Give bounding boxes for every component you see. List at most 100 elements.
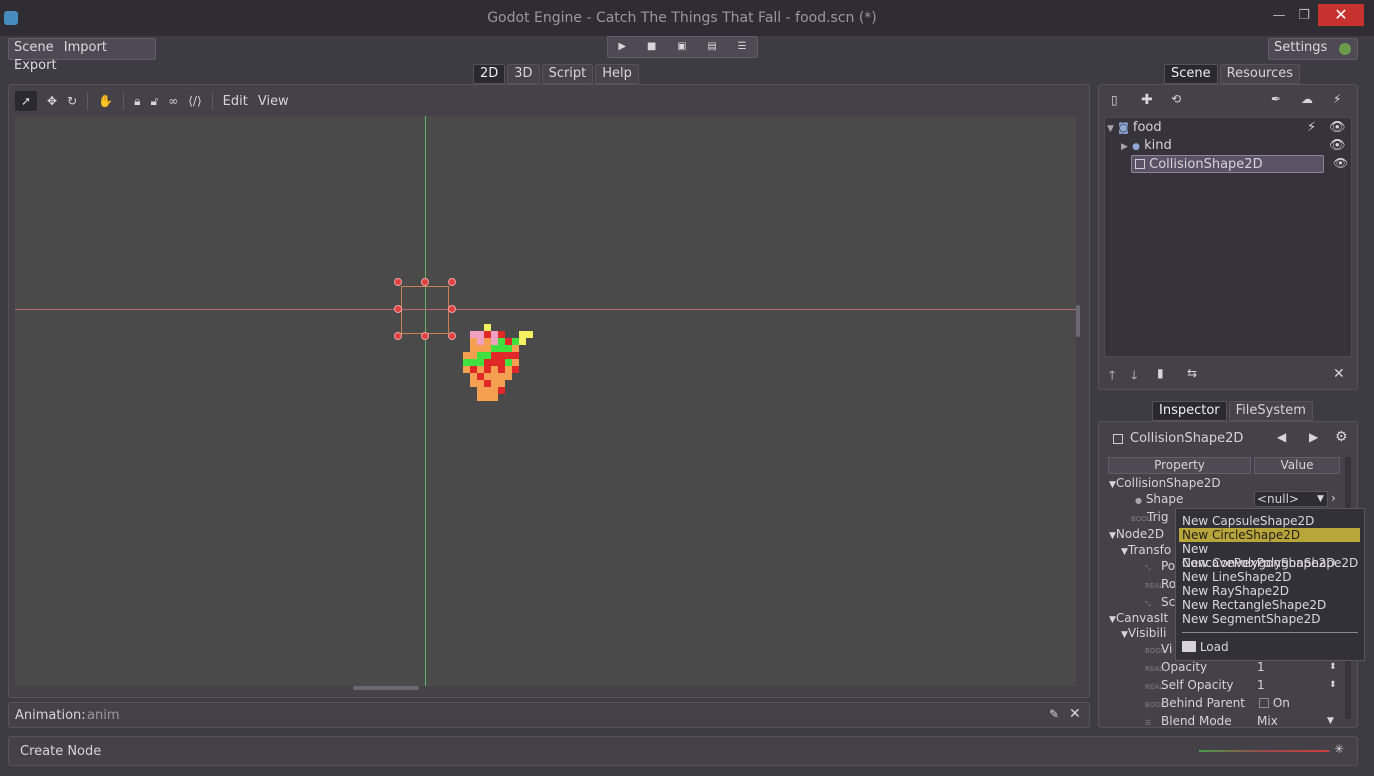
horizontal-scrollbar[interactable] — [353, 686, 419, 690]
move-up-icon[interactable]: 🡑 — [1109, 366, 1115, 387]
menu-item-new-rectangleshape2d[interactable]: New RectangleShape2D — [1176, 598, 1364, 612]
menu-item-new-capsuleshape2d[interactable]: New CapsuleShape2D — [1176, 514, 1364, 528]
tab-inspector[interactable]: Inspector — [1152, 401, 1227, 421]
self-opacity-value[interactable]: 1 ⬍ — [1257, 677, 1337, 694]
play-controls: ▶ ■ ▣ ▤ ☰ — [607, 36, 758, 58]
collision-node-icon — [1113, 434, 1123, 444]
menu-item-new-rayshape2d[interactable]: New RayShape2D — [1176, 584, 1364, 598]
animation-name[interactable]: anim — [87, 708, 119, 723]
scene-tree: ▼ ◙ food ⚡ 👁︎ ▶ ● kind 👁︎ CollisionShape… — [1104, 117, 1352, 357]
blend-mode-value[interactable]: Mix ▼ — [1257, 713, 1337, 727]
selection-handle[interactable] — [448, 305, 456, 313]
section-node2d[interactable]: ▼Node2D — [1109, 526, 1164, 543]
play-custom-icon[interactable]: ▤ — [707, 38, 716, 56]
object-settings-icon[interactable]: ⚙ — [1335, 429, 1348, 445]
tab-3d[interactable]: 3D — [507, 64, 540, 84]
close-animation-icon[interactable]: ✕ — [1069, 706, 1081, 722]
move-tool-icon[interactable]: ✥ — [47, 94, 57, 108]
behind-parent-checkbox[interactable]: On — [1259, 695, 1290, 712]
selection-handle[interactable] — [394, 305, 402, 313]
duplicate-icon[interactable]: ▮ — [1157, 366, 1164, 380]
tab-help[interactable]: Help — [595, 64, 639, 84]
debug-options-icon[interactable]: ☰ — [738, 38, 747, 56]
node-icon: ◙ — [1118, 121, 1129, 134]
scene-menu[interactable]: Scene — [11, 39, 57, 57]
canvas-viewport[interactable] — [15, 116, 1076, 686]
add-node-icon[interactable]: ✚ — [1141, 92, 1153, 108]
script-icon[interactable]: ✒ — [1271, 92, 1281, 106]
move-down-icon[interactable]: 🡓 — [1131, 366, 1137, 387]
menu-item-new-circleshape2d[interactable]: New CircleShape2D — [1179, 528, 1360, 542]
play-icon[interactable]: ▶ — [618, 38, 626, 56]
minimize-button[interactable]: — — [1266, 8, 1292, 26]
pin-icon[interactable]: ✎ — [1049, 707, 1059, 721]
reparent-icon[interactable]: ⇆ — [1187, 366, 1197, 380]
menu-item-new-lineshape2d[interactable]: New LineShape2D — [1176, 570, 1364, 584]
y-axis-line — [425, 116, 426, 686]
selection-box[interactable] — [401, 286, 449, 334]
instance-scene-icon[interactable]: ⟲ — [1171, 92, 1181, 106]
signals-icon[interactable]: ⚡ — [1333, 92, 1341, 106]
edit-menu[interactable]: Edit — [223, 94, 248, 109]
groups-icon[interactable]: ☁ — [1301, 92, 1313, 106]
selection-handle[interactable] — [394, 278, 402, 286]
behind-parent-property: BOOLBehind Parent — [1145, 696, 1246, 710]
settings-button[interactable]: Settings — [1268, 38, 1358, 60]
ungroup-icon[interactable]: ⟨/⟩ — [188, 94, 201, 108]
edit-resource-arrow-icon[interactable]: › — [1331, 491, 1336, 505]
visibility-eye-icon[interactable]: 👁︎ — [1329, 137, 1346, 155]
tab-resources[interactable]: Resources — [1219, 64, 1301, 84]
visibility-eye-icon[interactable]: 👁︎ — [1333, 156, 1348, 170]
tree-node-food[interactable]: ▼ ◙ food ⚡ 👁︎ — [1107, 119, 1347, 137]
pan-tool-icon[interactable]: ✋ — [98, 94, 113, 108]
history-forward-icon[interactable]: ▶ — [1309, 430, 1318, 444]
animation-panel: Animation: anim ✎ ✕ — [8, 702, 1090, 728]
selection-handle[interactable] — [421, 332, 429, 340]
selection-handle[interactable] — [448, 278, 456, 286]
view-menu[interactable]: View — [258, 94, 289, 109]
vertical-scrollbar[interactable] — [1076, 305, 1080, 337]
menu-item-load[interactable]: Load — [1176, 640, 1364, 654]
tab-scene[interactable]: Scene — [1164, 64, 1218, 84]
history-back-icon[interactable]: ◀ — [1277, 430, 1286, 444]
tab-2d[interactable]: 2D — [473, 64, 506, 84]
tab-filesystem[interactable]: FileSystem — [1228, 401, 1313, 421]
rotate-tool-icon[interactable]: ↻ — [67, 94, 77, 108]
selection-handle[interactable] — [448, 332, 456, 340]
rotation-property: REALRo — [1145, 577, 1177, 591]
food-sprite[interactable] — [456, 324, 536, 414]
transform-group[interactable]: ▼Transfo — [1121, 542, 1171, 559]
stop-icon[interactable]: ■ — [647, 38, 656, 56]
shape-value-dropdown[interactable]: <null> ▼ — [1254, 491, 1328, 507]
status-text: Create Node — [20, 744, 102, 759]
menu-item-new-convexpolygonshape2d[interactable]: New ConvexPolygonShape2D — [1176, 556, 1364, 570]
play-scene-icon[interactable]: ▣ — [677, 38, 686, 56]
signal-icon[interactable]: ⚡ — [1307, 119, 1316, 137]
close-window-button[interactable]: ✕ — [1318, 4, 1364, 26]
tree-node-collisionshape2d[interactable]: CollisionShape2D — [1131, 155, 1324, 173]
visibility-group[interactable]: ▼Visibili — [1121, 625, 1166, 642]
import-menu[interactable]: Import — [61, 39, 110, 57]
folder-icon — [1182, 641, 1196, 652]
restore-button[interactable]: ❐ — [1291, 8, 1317, 26]
delete-node-icon[interactable]: ✕ — [1333, 366, 1345, 382]
menu-item-new-concavepolygonshape2d[interactable]: New ConcavePolygonShape2D — [1176, 542, 1364, 570]
export-menu[interactable]: Export — [11, 57, 60, 75]
tree-node-kind[interactable]: ▶ ● kind 👁︎ — [1121, 137, 1347, 155]
unlock-icon[interactable]: 🔓︎ — [150, 94, 158, 109]
dock-bottom-tabs: Inspector FileSystem — [1152, 401, 1313, 421]
main-tabs: 2D 3D Script Help — [473, 64, 639, 84]
select-tool-icon[interactable]: ➚ — [15, 91, 37, 111]
section-collisionshape2d[interactable]: ▼CollisionShape2D — [1109, 475, 1221, 492]
collision-node-icon — [1135, 159, 1145, 169]
visibility-eye-icon[interactable]: 👁︎ — [1329, 119, 1346, 137]
scale-property: ⤡ Sc — [1145, 595, 1176, 609]
menu-item-new-segmentshape2d[interactable]: New SegmentShape2D — [1176, 612, 1364, 626]
selection-handle[interactable] — [421, 278, 429, 286]
new-scene-icon[interactable]: ▯ — [1111, 93, 1118, 107]
lock-icon[interactable]: 🔒︎ — [134, 94, 140, 109]
tab-script[interactable]: Script — [541, 64, 594, 84]
group-icon[interactable]: ∞ — [168, 94, 178, 108]
opacity-value[interactable]: 1 ⬍ — [1257, 659, 1337, 676]
selection-handle[interactable] — [394, 332, 402, 340]
